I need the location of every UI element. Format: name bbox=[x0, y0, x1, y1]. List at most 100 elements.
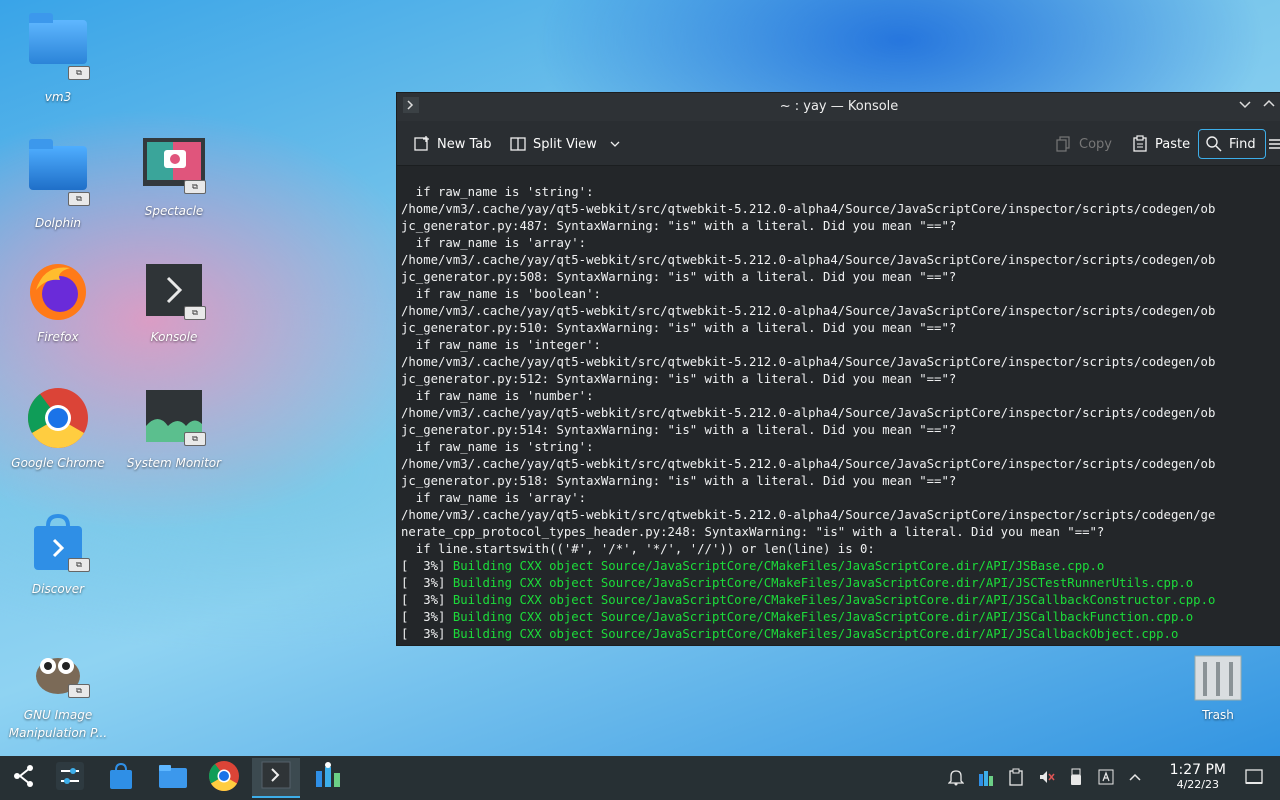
input-method-icon[interactable] bbox=[1098, 768, 1114, 790]
maximize-chevron-icon[interactable] bbox=[1259, 97, 1279, 117]
desktop-icon-discover[interactable]: ⧉ Discover bbox=[4, 512, 112, 598]
desktop-icon-vm3[interactable]: ⧉ vm3 bbox=[4, 8, 112, 106]
terminal-line: /home/vm3/.cache/yay/qt5-webkit/src/qtwe… bbox=[401, 304, 1216, 318]
settings-sliders-icon bbox=[55, 761, 85, 795]
terminal-cursor bbox=[401, 644, 409, 645]
konsole-toolbar: New Tab Split View Copy Paste Find bbox=[397, 121, 1280, 166]
terminal-line: /home/vm3/.cache/yay/qt5-webkit/src/qtwe… bbox=[401, 406, 1216, 420]
terminal-cursor-line bbox=[401, 643, 1277, 645]
network-people-tray-icon[interactable] bbox=[978, 768, 994, 790]
terminal-line: /home/vm3/.cache/yay/qt5-webkit/src/qtwe… bbox=[401, 253, 1216, 267]
terminal-line: jc_generator.py:487: SyntaxWarning: "is"… bbox=[401, 219, 957, 233]
taskbar-discover-button[interactable] bbox=[97, 758, 145, 798]
terminal-line: if raw_name is 'boolean': bbox=[401, 287, 601, 301]
build-line: [ 3%] Building CXX object Source/JavaScr… bbox=[401, 576, 1194, 590]
terminal-line: jc_generator.py:510: SyntaxWarning: "is"… bbox=[401, 321, 957, 335]
show-desktop-icon[interactable] bbox=[1244, 768, 1264, 790]
taskbar-chrome-button[interactable] bbox=[200, 758, 248, 798]
launcher-icon bbox=[11, 763, 37, 793]
build-line: [ 3%] Building CXX object Source/JavaScr… bbox=[401, 610, 1194, 624]
copy-button[interactable]: Copy bbox=[1055, 131, 1112, 157]
desktop-icon-dolphin[interactable]: ⧉ Dolphin bbox=[4, 134, 112, 232]
application-launcher-button[interactable] bbox=[0, 758, 48, 798]
search-icon bbox=[1205, 135, 1223, 153]
gimp-icon: ⧉ bbox=[26, 638, 90, 702]
desktop-icon-spectacle[interactable]: ⧉ Spectacle bbox=[120, 134, 228, 220]
copy-icon bbox=[1055, 135, 1073, 153]
terminal-line: if raw_name is 'array': bbox=[401, 236, 587, 250]
firefox-icon bbox=[26, 260, 90, 324]
terminal-line: if line.startswith(('#', '/*', '*/', '//… bbox=[401, 542, 875, 556]
paste-icon bbox=[1131, 135, 1149, 153]
terminal-line: if raw_name is 'number': bbox=[401, 389, 594, 403]
clock-time: 1:27 PM bbox=[1169, 762, 1226, 778]
terminal-line: if raw_name is 'array': bbox=[401, 491, 587, 505]
digital-clock[interactable]: 1:27 PM 4/22/23 bbox=[1170, 762, 1226, 791]
terminal-line: /home/vm3/.cache/yay/qt5-webkit/src/qtwe… bbox=[401, 355, 1216, 369]
terminal-line: nerate_cpp_protocol_types_header.py:248:… bbox=[401, 525, 1105, 539]
usb-device-icon[interactable] bbox=[1068, 768, 1084, 790]
taskbar-settings-button[interactable] bbox=[46, 758, 94, 798]
terminal-line: if raw_name is 'string': bbox=[401, 440, 594, 454]
desktop-icon-label: Google Chrome bbox=[11, 456, 105, 470]
terminal-line: jc_generator.py:514: SyntaxWarning: "is"… bbox=[401, 423, 957, 437]
desktop-icon-label: Discover bbox=[31, 582, 85, 596]
konsole-icon: ⧉ bbox=[142, 260, 206, 324]
split-view-button[interactable]: Split View bbox=[509, 131, 621, 157]
taskbar-app-button[interactable] bbox=[304, 758, 352, 798]
chevron-up-icon[interactable] bbox=[1128, 768, 1142, 790]
desktop-icon-label: Dolphin bbox=[34, 216, 82, 230]
desktop-icon-trash[interactable]: Trash bbox=[1164, 650, 1272, 724]
copy-label: Copy bbox=[1079, 136, 1112, 152]
spectacle-icon: ⧉ bbox=[142, 134, 206, 198]
clipboard-icon[interactable] bbox=[1008, 768, 1024, 790]
volume-muted-icon[interactable] bbox=[1038, 768, 1056, 790]
clock-date: 4/22/23 bbox=[1176, 778, 1219, 791]
terminal-line: /home/vm3/.cache/yay/qt5-webkit/src/qtwe… bbox=[401, 457, 1216, 471]
desktop-icon-label: GNU Image Manipulation P... bbox=[8, 708, 108, 740]
hamburger-menu-icon bbox=[1269, 136, 1280, 152]
desktop-icon-system-monitor[interactable]: ⧉ System Monitor bbox=[120, 386, 228, 472]
notifications-bell-icon[interactable] bbox=[947, 768, 965, 790]
taskbar-konsole-button[interactable] bbox=[252, 758, 300, 798]
chrome-icon bbox=[26, 386, 90, 450]
desktop-icon-label: System Monitor bbox=[126, 456, 222, 470]
folder-icon: ⧉ bbox=[26, 13, 90, 84]
dolphin-folder-icon: ⧉ bbox=[26, 139, 90, 210]
desktop-icon-google-chrome[interactable]: Google Chrome bbox=[4, 386, 112, 472]
new-tab-button[interactable]: New Tab bbox=[413, 131, 492, 157]
split-view-label: Split View bbox=[533, 136, 597, 152]
desktop-icon-firefox[interactable]: Firefox bbox=[4, 260, 112, 346]
find-label: Find bbox=[1229, 136, 1256, 152]
chevron-down-icon bbox=[609, 138, 621, 150]
new-tab-icon bbox=[413, 135, 431, 153]
system-monitor-icon: ⧉ bbox=[142, 386, 206, 450]
paste-label: Paste bbox=[1155, 136, 1191, 152]
minimize-chevron-icon[interactable] bbox=[1235, 97, 1255, 117]
terminal-line: /home/vm3/.cache/yay/qt5-webkit/src/qtwe… bbox=[401, 202, 1216, 216]
people-network-icon bbox=[313, 761, 343, 795]
konsole-icon bbox=[261, 761, 291, 793]
desktop-icon-label: Spectacle bbox=[144, 204, 204, 218]
split-view-icon bbox=[509, 135, 527, 153]
taskbar: 1:27 PM 4/22/23 bbox=[0, 756, 1280, 800]
desktop-icon-gimp[interactable]: ⧉ GNU Image Manipulation P... bbox=[4, 638, 112, 742]
window-titlebar[interactable]: ~ : yay — Konsole bbox=[397, 93, 1280, 121]
terminal-output[interactable]: if raw_name is 'string': /home/vm3/.cache… bbox=[401, 167, 1277, 645]
taskbar-dolphin-button[interactable] bbox=[149, 758, 197, 798]
terminal-line: jc_generator.py:518: SyntaxWarning: "is"… bbox=[401, 474, 957, 488]
trash-icon bbox=[1186, 650, 1250, 702]
terminal-line: /home/vm3/.cache/yay/qt5-webkit/src/qtwe… bbox=[401, 508, 1216, 522]
terminal-line: jc_generator.py:508: SyntaxWarning: "is"… bbox=[401, 270, 957, 284]
konsole-window[interactable]: ~ : yay — Konsole New Tab Split View Cop… bbox=[396, 92, 1280, 646]
build-line: [ 3%] Building CXX object Source/JavaScr… bbox=[401, 593, 1216, 607]
desktop-icon-label: vm3 bbox=[44, 90, 72, 104]
terminal-line: if raw_name is 'integer': bbox=[401, 338, 601, 352]
desktop-icon-konsole[interactable]: ⧉ Konsole bbox=[120, 260, 228, 346]
hamburger-menu-button[interactable] bbox=[1269, 131, 1280, 157]
discover-bag-icon bbox=[108, 762, 134, 794]
build-line: [ 3%] Building CXX object Source/JavaScr… bbox=[401, 559, 1105, 573]
find-button[interactable]: Find bbox=[1198, 129, 1266, 159]
paste-button[interactable]: Paste bbox=[1131, 131, 1190, 157]
chrome-icon bbox=[208, 760, 240, 796]
